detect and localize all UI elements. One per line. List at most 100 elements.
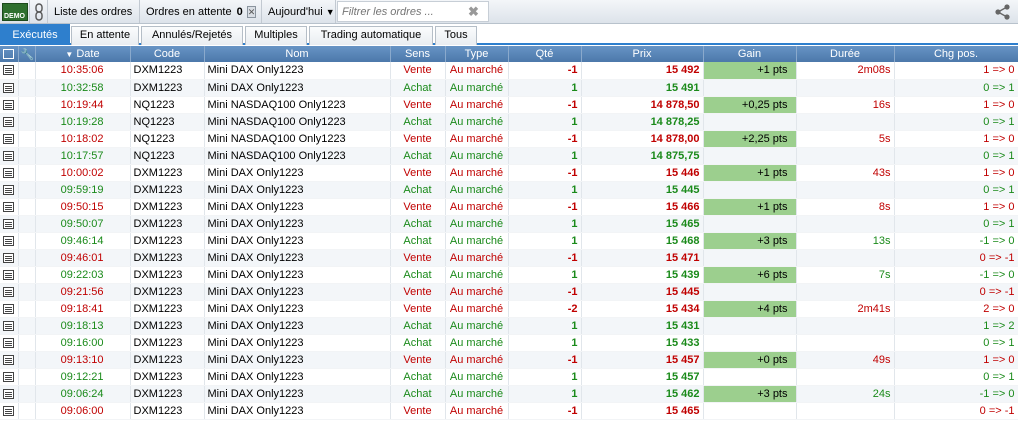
order-detail-icon[interactable] xyxy=(3,99,15,110)
order-detail-icon[interactable] xyxy=(3,201,15,212)
order-detail-cell[interactable] xyxy=(0,334,19,352)
order-detail-icon[interactable] xyxy=(3,167,15,178)
row-spacer xyxy=(18,130,36,148)
order-detail-cell[interactable] xyxy=(0,266,19,284)
column-gain[interactable]: Gain xyxy=(703,46,797,62)
order-detail-icon[interactable] xyxy=(3,337,15,348)
order-detail-icon[interactable] xyxy=(3,354,15,365)
table-row[interactable]: 10:19:44 NQ1223 Mini NASDAQ100 Only1223 Ven… xyxy=(0,96,1018,114)
order-detail-cell[interactable] xyxy=(0,249,19,267)
table-row[interactable]: 09:13:10 DXM1223 Mini DAX Only1223 Vente Au … xyxy=(0,351,1018,369)
column-duration[interactable]: Durée xyxy=(796,46,895,62)
order-detail-icon[interactable] xyxy=(3,184,15,195)
table-row[interactable]: 09:06:24 DXM1223 Mini DAX Only1223 Achat Au … xyxy=(0,385,1018,403)
table-row[interactable]: 09:16:00 DXM1223 Mini DAX Only1223 Achat Au … xyxy=(0,334,1018,352)
column-qty[interactable]: Qté xyxy=(508,46,582,62)
order-detail-icon[interactable] xyxy=(3,82,15,93)
order-detail-icon[interactable] xyxy=(3,286,15,297)
order-detail-cell[interactable] xyxy=(0,164,19,182)
cell-duration: 5s xyxy=(796,130,895,148)
order-detail-icon[interactable] xyxy=(3,252,15,263)
order-detail-icon[interactable] xyxy=(3,116,15,127)
table-row[interactable]: 10:18:02 NQ1223 Mini NASDAQ100 Only1223 Ven… xyxy=(0,130,1018,148)
cell-side: Achat xyxy=(390,334,446,352)
clear-filter-icon[interactable]: ✖ xyxy=(468,4,479,20)
order-detail-cell[interactable] xyxy=(0,215,19,233)
order-detail-cell[interactable] xyxy=(0,147,19,165)
table-row[interactable]: 09:12:21 DXM1223 Mini DAX Only1223 Achat Au … xyxy=(0,368,1018,386)
settings-wrench-icon[interactable]: 🔧 xyxy=(18,46,36,62)
order-detail-cell[interactable] xyxy=(0,368,19,386)
order-detail-cell[interactable] xyxy=(0,113,19,131)
order-list-tab[interactable]: Liste des ordres xyxy=(48,0,140,23)
order-detail-icon[interactable] xyxy=(3,303,15,314)
order-detail-cell[interactable] xyxy=(0,385,19,403)
cell-code: DXM1223 xyxy=(130,249,205,267)
column-side[interactable]: Sens xyxy=(390,46,446,62)
cell-side: Vente xyxy=(390,283,446,301)
order-detail-icon[interactable] xyxy=(3,405,15,416)
tab-multiple[interactable]: Multiples xyxy=(245,26,307,45)
order-detail-cell[interactable] xyxy=(0,130,19,148)
cell-duration xyxy=(796,334,895,352)
order-detail-icon[interactable] xyxy=(3,269,15,280)
order-detail-cell[interactable] xyxy=(0,283,19,301)
order-detail-icon[interactable] xyxy=(3,218,15,229)
order-detail-cell[interactable] xyxy=(0,62,19,80)
filter-input[interactable] xyxy=(337,1,489,22)
order-detail-icon[interactable] xyxy=(3,388,15,399)
table-row[interactable]: 09:46:14 DXM1223 Mini DAX Only1223 Achat Au … xyxy=(0,232,1018,250)
order-detail-cell[interactable] xyxy=(0,96,19,114)
tab-cancelled-rejected[interactable]: Annulés/Rejetés xyxy=(141,26,243,45)
order-detail-cell[interactable] xyxy=(0,181,19,199)
table-row[interactable]: 09:18:13 DXM1223 Mini DAX Only1223 Achat Au … xyxy=(0,317,1018,335)
tab-executed[interactable]: Exécutés xyxy=(0,24,70,45)
period-select[interactable]: Aujourd'hui ▼ xyxy=(262,0,336,23)
table-row[interactable]: 09:06:00 DXM1223 Mini DAX Only1223 Vente Au … xyxy=(0,402,1018,420)
table-row[interactable]: 10:32:58 DXM1223 Mini DAX Only1223 Achat Au … xyxy=(0,79,1018,97)
table-row[interactable]: 10:19:28 NQ1223 Mini NASDAQ100 Only1223 Ach… xyxy=(0,113,1018,131)
cell-side: Vente xyxy=(390,164,446,182)
link-icon[interactable] xyxy=(30,0,48,23)
row-spacer xyxy=(18,385,36,403)
cell-gain xyxy=(703,334,797,352)
tab-pending[interactable]: En attente xyxy=(71,26,139,45)
pending-orders-button[interactable]: Ordres en attente 0 ✕ xyxy=(140,0,262,23)
table-row[interactable]: 10:00:02 DXM1223 Mini DAX Only1223 Vente Au … xyxy=(0,164,1018,182)
order-detail-icon[interactable] xyxy=(3,133,15,144)
order-detail-cell[interactable] xyxy=(0,317,19,335)
column-code[interactable]: Code xyxy=(130,46,205,62)
order-detail-icon[interactable] xyxy=(3,65,15,76)
table-row[interactable]: 10:17:57 NQ1223 Mini NASDAQ100 Only1223 Ach… xyxy=(0,147,1018,165)
column-type[interactable]: Type xyxy=(445,46,509,62)
table-row[interactable]: 09:21:56 DXM1223 Mini DAX Only1223 Vente Au … xyxy=(0,283,1018,301)
order-detail-icon[interactable] xyxy=(3,150,15,161)
order-detail-cell[interactable] xyxy=(0,79,19,97)
order-detail-cell[interactable] xyxy=(0,300,19,318)
column-position-change[interactable]: Chg pos. xyxy=(894,46,1018,62)
tab-auto-trading[interactable]: Trading automatique xyxy=(309,26,433,45)
order-detail-icon[interactable] xyxy=(3,235,15,246)
order-detail-icon[interactable] xyxy=(3,371,15,382)
table-row[interactable]: 09:50:15 DXM1223 Mini DAX Only1223 Vente Au … xyxy=(0,198,1018,216)
table-row[interactable]: 10:35:06 DXM1223 Mini DAX Only1223 Vente Au … xyxy=(0,62,1018,80)
table-row[interactable]: 09:59:19 DXM1223 Mini DAX Only1223 Achat Au … xyxy=(0,181,1018,199)
table-row[interactable]: 09:22:03 DXM1223 Mini DAX Only1223 Achat Au … xyxy=(0,266,1018,284)
column-name[interactable]: Nom xyxy=(204,46,391,62)
order-list-label: Liste des ordres xyxy=(54,5,133,18)
table-row[interactable]: 09:50:07 DXM1223 Mini DAX Only1223 Achat Au … xyxy=(0,215,1018,233)
order-detail-cell[interactable] xyxy=(0,351,19,369)
table-row[interactable]: 09:46:01 DXM1223 Mini DAX Only1223 Vente Au … xyxy=(0,249,1018,267)
order-detail-icon[interactable] xyxy=(3,320,15,331)
tab-all[interactable]: Tous xyxy=(435,26,477,45)
column-price[interactable]: Prix xyxy=(581,46,704,62)
table-row[interactable]: 09:18:41 DXM1223 Mini DAX Only1223 Vente Au … xyxy=(0,300,1018,318)
order-detail-cell[interactable] xyxy=(0,198,19,216)
order-detail-cell[interactable] xyxy=(0,232,19,250)
cell-gain xyxy=(703,402,797,420)
cancel-pending-icon[interactable]: ✕ xyxy=(246,5,257,18)
columns-icon[interactable] xyxy=(0,46,19,62)
share-icon[interactable] xyxy=(994,3,1012,21)
order-detail-cell[interactable] xyxy=(0,402,19,420)
column-date[interactable]: ▼ Date xyxy=(35,46,131,62)
